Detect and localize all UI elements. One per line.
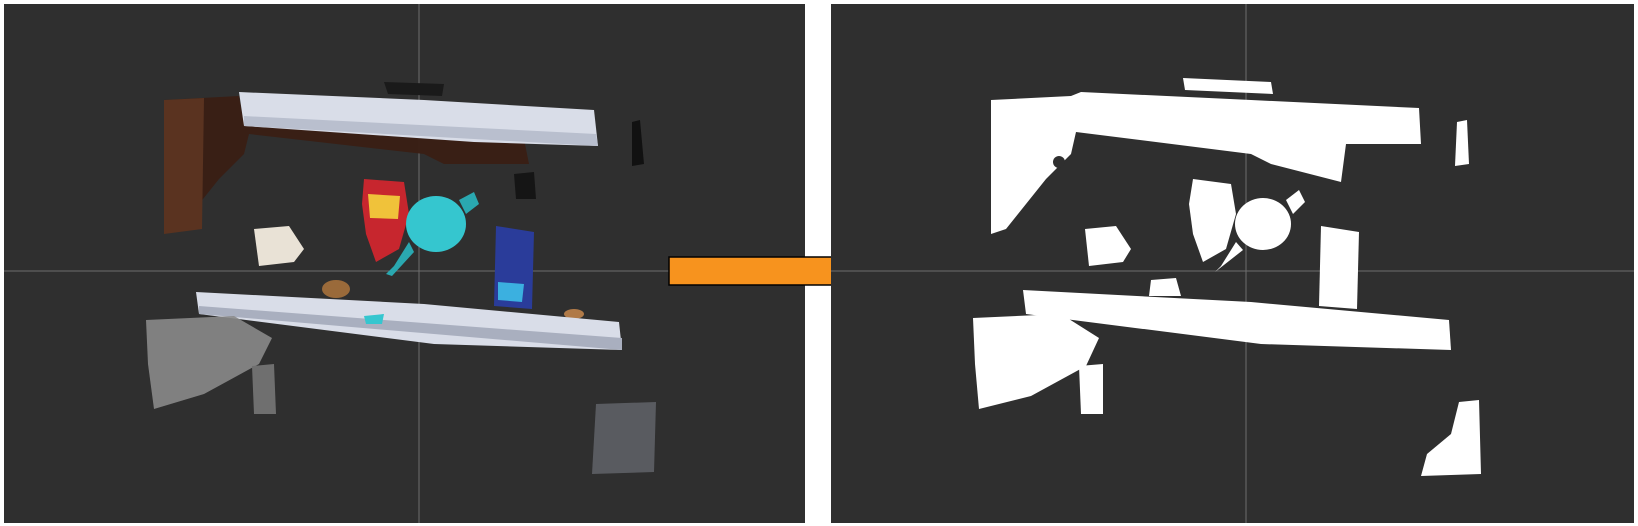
mask-right-scrap: [1455, 120, 1469, 166]
chips-bag-label: [368, 194, 400, 219]
gray-wall: [146, 316, 272, 409]
mask-cup: [1235, 198, 1291, 250]
mask-blue-box: [1319, 226, 1359, 309]
brown-object-1: [322, 280, 350, 298]
mask-gray-wall: [973, 314, 1099, 409]
comparison-figure: [0, 0, 1638, 526]
top-edge-scrap: [384, 82, 444, 96]
mask-gray-post: [1079, 364, 1103, 414]
dark-fragment: [514, 172, 536, 199]
mask-regions: [973, 78, 1481, 476]
mask-top-scrap: [1183, 78, 1273, 94]
mask-canvas: [831, 4, 1634, 523]
mask-chips-bag: [1189, 179, 1236, 262]
mask-white-object: [1085, 226, 1131, 266]
binary-mask-view: [831, 4, 1634, 523]
white-object: [254, 226, 304, 266]
chips-bag: [362, 179, 409, 262]
teal-cup: [406, 196, 466, 252]
wood-frame-side: [164, 98, 204, 234]
mask-hole: [1053, 156, 1065, 168]
blue-box-label: [498, 282, 524, 302]
mask-cup-handle: [1286, 190, 1305, 214]
gray-fragment: [592, 402, 656, 474]
right-edge-scrap: [632, 120, 644, 166]
gray-post: [252, 364, 276, 414]
mask-brown-object: [1149, 278, 1181, 296]
mask-fragment: [1421, 400, 1481, 476]
